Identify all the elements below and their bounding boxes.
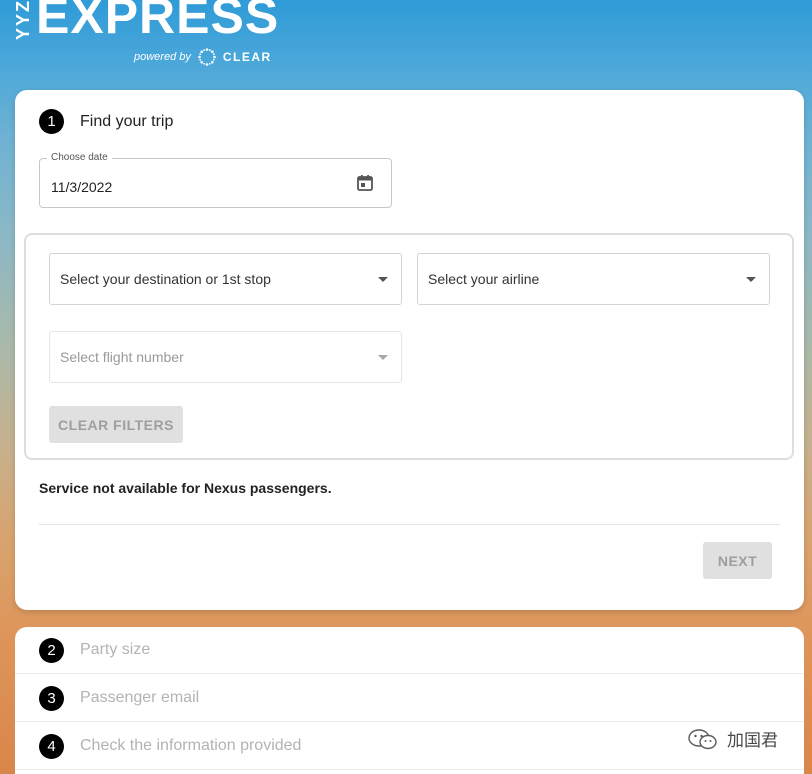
step-label: Party size	[80, 641, 151, 658]
divider	[39, 524, 780, 525]
brand-logo: YYZ EXPRESS powered by CLEAR	[13, 0, 284, 72]
step-party-size[interactable]: 2 Party size	[15, 627, 804, 674]
brand-main-text: EXPRESS	[36, 0, 280, 44]
date-field-label: Choose date	[47, 152, 112, 163]
step-check-information[interactable]: 4 Check the information provided	[15, 723, 804, 770]
nexus-notice: Service not available for Nexus passenge…	[39, 480, 332, 496]
step-label: Check the information provided	[80, 737, 302, 754]
destination-select[interactable]: Select your destination or 1st stop	[49, 253, 402, 305]
clear-logo-icon	[198, 48, 216, 66]
flight-number-select-label: Select flight number	[60, 349, 184, 365]
calendar-icon[interactable]	[356, 174, 374, 192]
chevron-down-icon	[746, 277, 756, 282]
filters-panel: Select your destination or 1st stop Sele…	[24, 233, 794, 460]
step-number-badge: 3	[39, 686, 64, 711]
step-number-badge: 4	[39, 734, 64, 759]
partner-name: CLEAR	[222, 50, 272, 64]
airline-select-label: Select your airline	[428, 271, 540, 287]
date-value[interactable]: 11/3/2022	[51, 179, 112, 195]
destination-select-label: Select your destination or 1st stop	[60, 271, 271, 287]
watermark: 加国君	[687, 726, 778, 751]
step-passenger-email[interactable]: 3 Passenger email	[15, 675, 804, 722]
find-trip-card: 1 Find your trip Choose date 11/3/2022 S…	[15, 90, 804, 610]
chevron-down-icon	[378, 355, 388, 360]
step-1-header: 1 Find your trip	[39, 109, 173, 134]
airline-select[interactable]: Select your airline	[417, 253, 770, 305]
step-number-badge: 1	[39, 109, 64, 134]
powered-by-label: powered by	[134, 51, 191, 63]
step-title: Find your trip	[80, 112, 174, 130]
chevron-down-icon	[378, 277, 388, 282]
flight-number-select[interactable]: Select flight number	[49, 331, 402, 383]
brand-side-text: YYZ	[13, 0, 33, 40]
step-number-badge: 2	[39, 638, 64, 663]
powered-by: powered by CLEAR	[134, 47, 272, 67]
remaining-steps-card: 2 Party size 3 Passenger email 4 Check t…	[15, 627, 804, 774]
next-button[interactable]: NEXT	[703, 542, 772, 579]
step-label: Passenger email	[80, 689, 200, 706]
date-picker-field[interactable]: Choose date 11/3/2022	[39, 152, 392, 208]
clear-filters-button[interactable]: CLEAR FILTERS	[49, 406, 183, 443]
watermark-text: 加国君	[727, 731, 778, 751]
wechat-icon	[688, 728, 717, 749]
